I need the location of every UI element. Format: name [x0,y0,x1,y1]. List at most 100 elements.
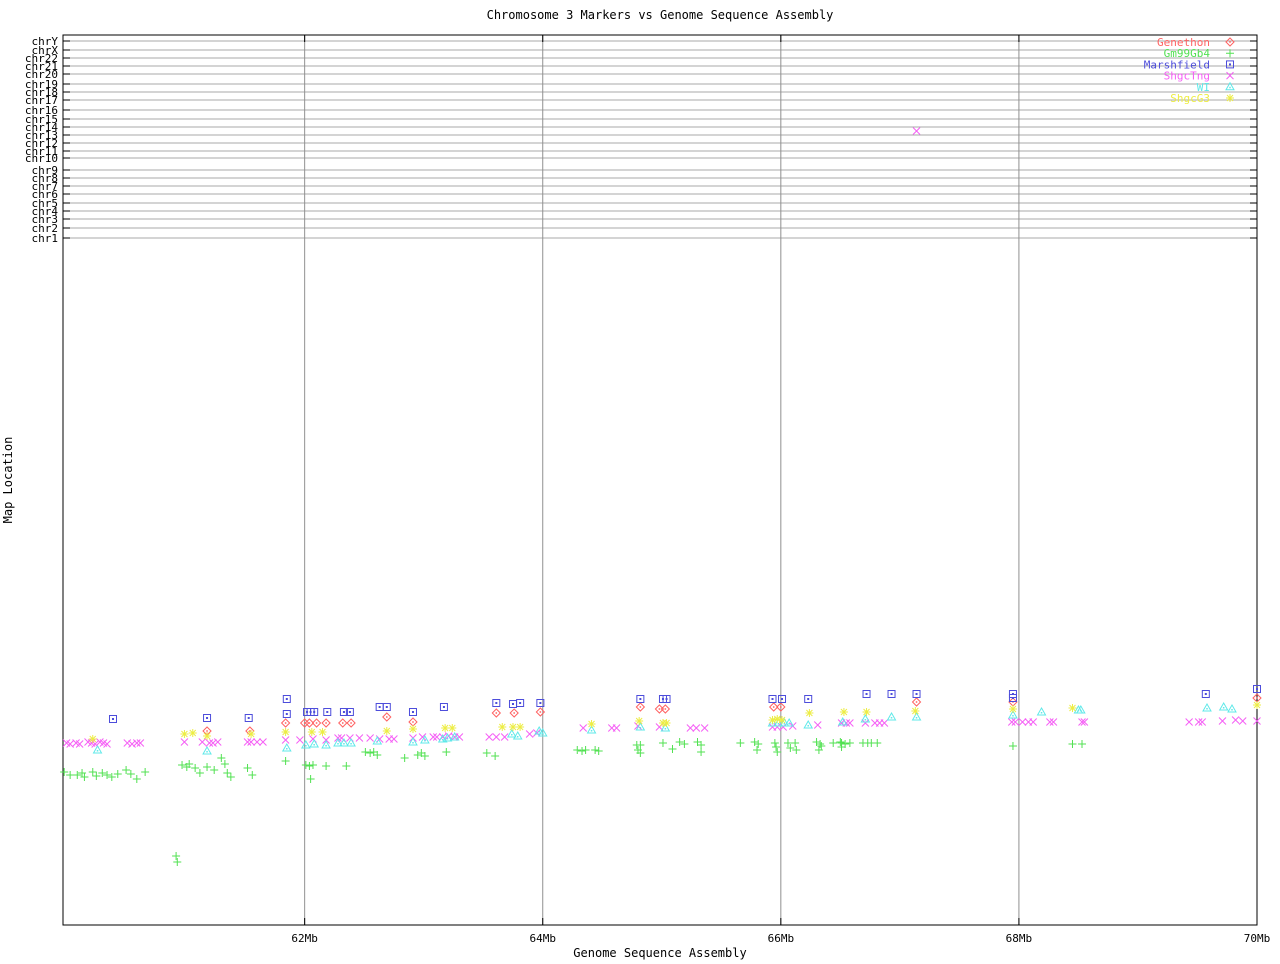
data-point [612,724,621,732]
data-point [223,769,232,777]
genome-marker-chart: chrY chrX chr22 chr21 chr20 chr19 chr18 chr17 ch… [0,0,1280,960]
data-point [813,721,822,729]
data-point-dot [658,708,661,710]
plot-border-group [62,34,1258,926]
data-point-dot [96,750,99,752]
data-point [400,754,409,762]
data-point [322,762,331,770]
data-point [1008,742,1017,750]
y-axis-label: Map Location [1,437,15,524]
series-marshfield [108,685,1261,723]
data-point [803,719,814,729]
data-point [861,719,870,727]
data-point-dot [1222,707,1225,709]
data-point-dot [1080,710,1082,712]
data-point [205,739,214,747]
plot-svg: chrYchrXchr22chr21chr20chr19chr18chr17ch… [1,8,1270,960]
data-point-dot [1256,697,1258,699]
data-point-dot [342,722,344,724]
data-point-dot [665,698,668,700]
data-point-dot [325,745,327,747]
data-point [281,742,292,752]
data-point [1029,718,1038,726]
data-point-dot [308,722,311,724]
data-point [307,728,316,736]
data-point [1202,702,1212,712]
data-point-dot [284,722,287,724]
ytick-label: chr1 [32,232,59,245]
data-point [500,733,509,741]
xtick-label: 66Mb [768,932,795,945]
series-shgcg3 [88,701,1261,743]
data-point [880,719,889,727]
data-point [132,775,141,783]
data-point-dot [639,706,642,708]
data-point-dot [441,739,444,741]
data-point [845,739,854,747]
data-point-dot [111,718,114,720]
data-point [209,739,217,747]
data-point [1036,706,1047,716]
data-point-dot [890,717,893,719]
data-point [281,757,290,765]
data-point [306,775,315,783]
data-point [773,748,782,756]
data-point [203,732,212,740]
data-point [836,738,845,746]
data-point [136,739,145,747]
data-point-dot [326,711,329,713]
data-point [1231,716,1240,724]
data-point-dot [788,723,790,725]
data-point-dot [285,713,288,715]
data-point [750,738,759,746]
data-point-dot [1204,693,1207,695]
xtick-label: 68Mb [1006,932,1033,945]
data-point-dot [342,711,345,713]
data-point [736,739,745,747]
data-point [1185,718,1194,726]
data-point [911,711,922,721]
data-point-dot [495,712,498,714]
data-point [1011,718,1020,726]
data-point-dot [539,711,542,713]
data-point [516,723,525,731]
data-point [1226,94,1234,102]
data-point-dot [865,693,868,695]
data-point [1238,717,1247,725]
data-point [132,739,141,747]
data-point [692,724,701,732]
data-point [432,733,441,741]
data-point [1194,718,1203,726]
data-point [911,707,920,715]
data-point [361,748,370,756]
data-point [805,709,814,717]
series-shgctng [62,127,1261,748]
series-wi [92,701,1237,755]
data-point [366,734,374,742]
x-axis-label: Genome Sequence Assembly [573,946,746,960]
data-point-dot [315,722,318,724]
data-point [122,766,131,774]
data-point-dot [890,693,893,695]
data-point [305,762,314,770]
data-point [591,746,600,754]
data-point [180,730,189,738]
data-point-dot [864,719,867,721]
data-point [441,724,450,732]
data-point [248,771,257,779]
data-point [498,723,507,731]
data-point [860,713,871,723]
data-point-dot [453,737,456,739]
data-point [912,127,921,135]
data-point [829,739,838,747]
data-point [321,739,331,749]
data-point-dot [841,722,844,724]
data-point [442,748,451,756]
data-point [839,708,848,716]
data-point-dot [337,743,339,745]
data-point [578,747,587,755]
data-point [754,740,763,748]
data-point [226,773,235,781]
data-point [862,708,871,716]
data-point-dot [206,717,209,719]
